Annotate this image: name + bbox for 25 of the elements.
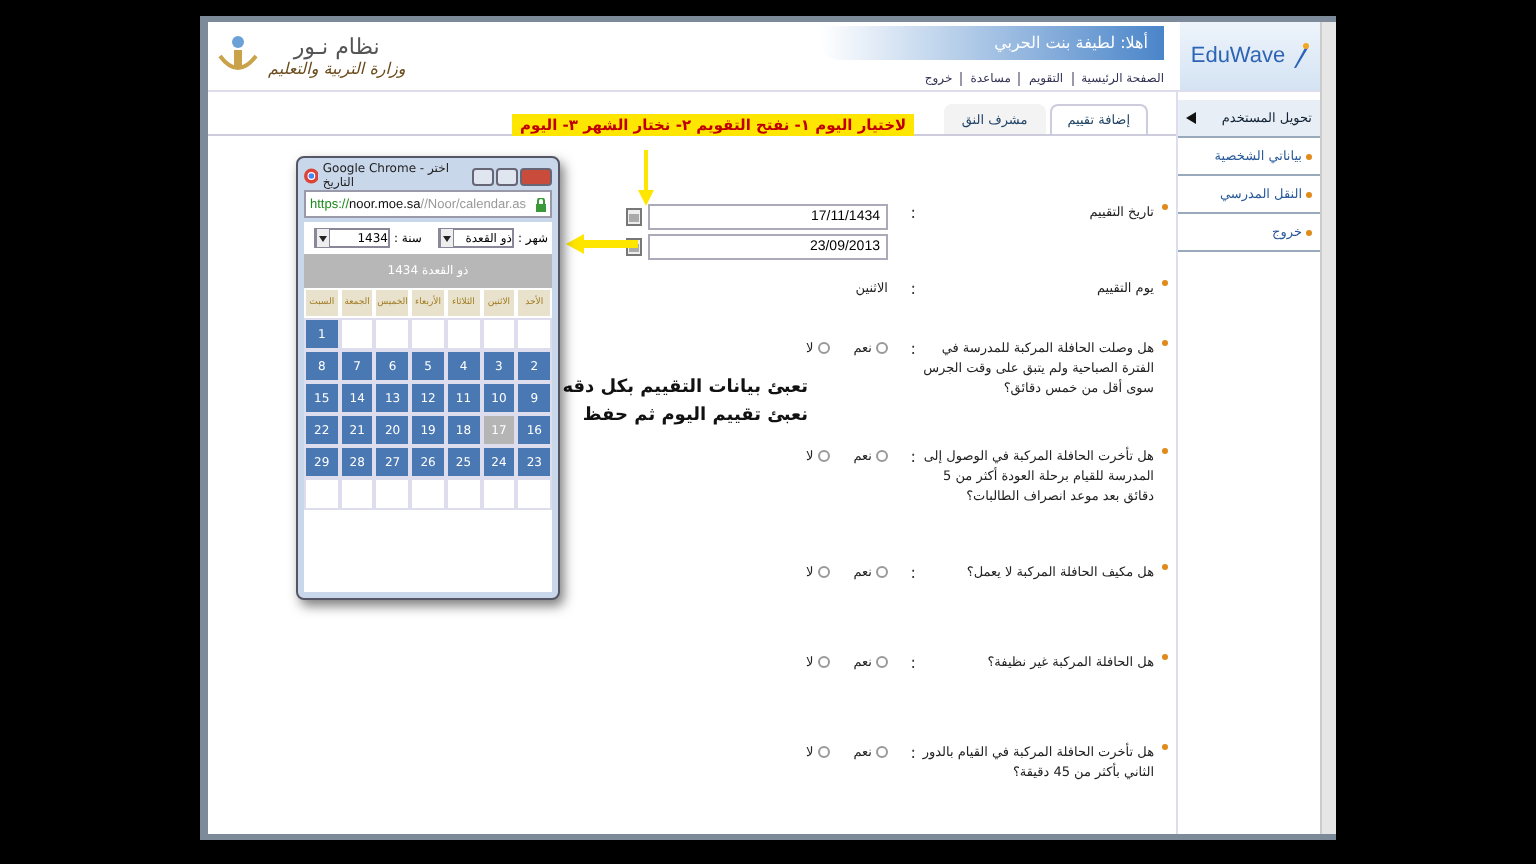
scrollbar[interactable] <box>1320 22 1336 834</box>
browser-icon <box>304 168 319 184</box>
dropdown-caret-icon <box>315 228 330 248</box>
colon: : <box>908 204 916 222</box>
greeting-bar: أهلا: لطيفة بنت الحربي <box>820 26 1164 60</box>
instruction-note: تعبئ بيانات التقييم بكل دقه <box>562 376 808 402</box>
close-button[interactable] <box>520 167 552 185</box>
down-arrow-icon <box>638 150 654 206</box>
logo-subtitle: وزارة التربية والتعليم <box>268 60 406 78</box>
dropdown-caret-icon <box>439 228 454 248</box>
lock-icon <box>536 197 546 211</box>
maximize-button[interactable] <box>496 167 518 185</box>
left-arrow-icon <box>566 234 638 254</box>
brand-name: EduWave <box>1190 44 1286 68</box>
pen-icon <box>1289 42 1310 70</box>
instruction-note: نعبئ تقييم اليوم ثم حفظ <box>582 403 808 429</box>
colon: : <box>908 564 916 582</box>
minimize-button[interactable] <box>472 167 494 185</box>
colon: : <box>908 448 916 466</box>
colon: : <box>908 280 916 298</box>
logo-title: نظام نـور <box>293 34 380 60</box>
colon: : <box>908 744 916 762</box>
caret-icon <box>1186 112 1196 124</box>
colon: : <box>908 654 916 672</box>
colon: : <box>908 340 916 358</box>
